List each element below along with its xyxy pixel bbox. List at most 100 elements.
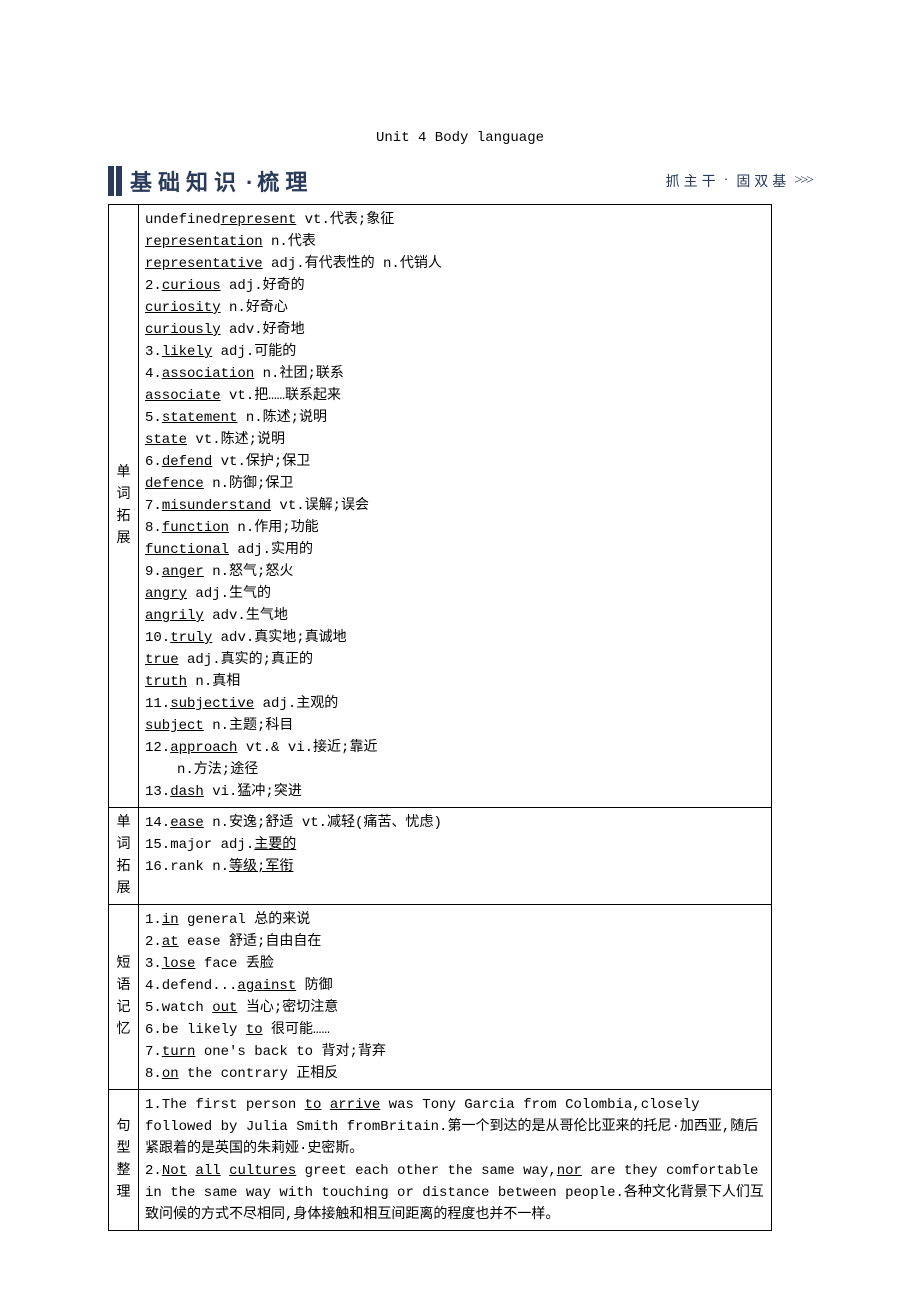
underlined-term: curious (162, 278, 221, 294)
underlined-term: nor (557, 1163, 582, 1179)
underlined-term: subjective (170, 696, 254, 712)
entry-line: 11.subjective adj.主观的 (145, 693, 765, 715)
entry-line: associate vt.把……联系起来 (145, 385, 765, 407)
entry-line: 7.turn one's back to 背对;背弃 (145, 1041, 765, 1063)
entry-line: representative adj.有代表性的 n.代销人 (145, 253, 765, 275)
underlined-term: associate (145, 388, 221, 404)
entry-line: 1.in general 总的来说 (145, 909, 765, 931)
underlined-term: representative (145, 256, 263, 272)
entry-line: 2.Not all cultures greet each other the … (145, 1160, 765, 1226)
entry-line: state vt.陈述;说明 (145, 429, 765, 451)
header-bar-icon (108, 166, 114, 196)
dot-icon: · (724, 173, 733, 189)
entry-line: 7.misunderstand vt.误解;误会 (145, 495, 765, 517)
underlined-term: all (195, 1163, 220, 1179)
underlined-term: curiosity (145, 300, 221, 316)
entry-line: 2.curious adj.好奇的 (145, 275, 765, 297)
underlined-term: functional (145, 542, 229, 558)
entry-line: 5.watch out 当心;密切注意 (145, 997, 765, 1019)
underlined-term: ease (170, 815, 204, 831)
underlined-term: dash (170, 784, 204, 800)
row-label: 单词拓展 (109, 205, 139, 808)
unit-title: Unit 4 Body language (108, 130, 812, 146)
underlined-term: to (305, 1097, 322, 1113)
entry-line: 13.dash vi.猛冲;突进 (145, 781, 765, 803)
entry-line: 16.rank n.等级;军衔 (145, 856, 765, 878)
underlined-term: likely (162, 344, 212, 360)
underlined-term: defence (145, 476, 204, 492)
section-header-right: 抓主干 · 固双基 >>> (666, 171, 812, 191)
underlined-term: anger (162, 564, 204, 580)
entry-line: 14.ease n.安逸;舒适 vt.减轻(痛苦、忧虑) (145, 812, 765, 834)
header-right-a: 抓主干 (666, 171, 720, 191)
row-content: 14.ease n.安逸;舒适 vt.减轻(痛苦、忧虑)15.major adj… (139, 808, 772, 905)
entry-line: angry adj.生气的 (145, 583, 765, 605)
underlined-term: arrive (330, 1097, 380, 1113)
entry-line: curiously adv.好奇地 (145, 319, 765, 341)
row-label: 短语记忆 (109, 905, 139, 1090)
entry-line: 4.defend...against 防御 (145, 975, 765, 997)
entry-line: true adj.真实的;真正的 (145, 649, 765, 671)
entry-line: 8.on the contrary 正相反 (145, 1063, 765, 1085)
entry-line: curiosity n.好奇心 (145, 297, 765, 319)
underlined-term: truth (145, 674, 187, 690)
table-row: 单词拓展14.ease n.安逸;舒适 vt.减轻(痛苦、忧虑)15.major… (109, 808, 772, 905)
entry-line: 15.major adj.主要的 (145, 834, 765, 856)
underlined-term: angrily (145, 608, 204, 624)
underlined-term: cultures (229, 1163, 296, 1179)
underlined-term: truly (170, 630, 212, 646)
header-left-a: 基础知识·梳理 (130, 165, 313, 197)
row-content: 1.The first person to arrive was Tony Ga… (139, 1090, 772, 1231)
table-row: 短语记忆 1.in general 总的来说2.at ease 舒适;自由自在3.… (109, 905, 772, 1090)
underlined-term: statement (162, 410, 238, 426)
entry-line: 4.association n.社团;联系 (145, 363, 765, 385)
table-row: 单词拓展undefinedrepresent vt.代表;象征represent… (109, 205, 772, 808)
entry-line: 8.function n.作用;功能 (145, 517, 765, 539)
content-table: 单词拓展undefinedrepresent vt.代表;象征represent… (108, 204, 772, 1231)
entry-line: 1.The first person to arrive was Tony Ga… (145, 1094, 765, 1160)
entry-line: angrily adv.生气地 (145, 605, 765, 627)
section-header-left: 基础知识·梳理 (108, 166, 313, 196)
underlined-term: at (162, 934, 179, 950)
underlined-term: state (145, 432, 187, 448)
entry-line: 6.defend vt.保护;保卫 (145, 451, 765, 473)
underlined-term: in (162, 912, 179, 928)
underlined-term: approach (170, 740, 237, 756)
row-content: undefinedrepresent vt.代表;象征representatio… (139, 205, 772, 808)
underlined-term: represent (221, 212, 297, 228)
underlined-term: Not (162, 1163, 187, 1179)
entry-line: defence n.防御;保卫 (145, 473, 765, 495)
underlined-term: out (212, 1000, 237, 1016)
entry-line: 2.at ease 舒适;自由自在 (145, 931, 765, 953)
underlined-term: association (162, 366, 254, 382)
entry-line: 3.likely adj.可能的 (145, 341, 765, 363)
row-label: 单词拓展 (109, 808, 139, 905)
underlined-term: true (145, 652, 179, 668)
entry-line: representation n.代表 (145, 231, 765, 253)
arrows-icon: >>> (794, 173, 812, 189)
entry-line: n.方法;途径 (145, 759, 765, 781)
entry-line: 3.lose face 丢脸 (145, 953, 765, 975)
underlined-term: function (162, 520, 229, 536)
underlined-term: 等级;军衔 (229, 859, 293, 875)
entry-line: 5.statement n.陈述;说明 (145, 407, 765, 429)
underlined-term: representation (145, 234, 263, 250)
underlined-term: lose (162, 956, 196, 972)
entry-line: 12.approach vt.& vi.接近;靠近 (145, 737, 765, 759)
underlined-term: to (246, 1022, 263, 1038)
underlined-term: turn (162, 1044, 196, 1060)
section-header-row: 基础知识·梳理 抓主干 · 固双基 >>> (108, 166, 812, 196)
underlined-term: defend (162, 454, 212, 470)
entry-line: 6.be likely to 很可能…… (145, 1019, 765, 1041)
underlined-term: on (162, 1066, 179, 1082)
header-right-b: 固双基 (736, 171, 790, 191)
underlined-term: subject (145, 718, 204, 734)
underlined-term: curiously (145, 322, 221, 338)
header-bar-icon (116, 166, 122, 196)
entry-line: subject n.主题;科目 (145, 715, 765, 737)
section-header-title: 基础知识·梳理 (124, 166, 313, 196)
entry-line: 9.anger n.怒气;怒火 (145, 561, 765, 583)
row-label: 句型整理 (109, 1090, 139, 1231)
indented-text: n.方法;途径 (177, 762, 258, 778)
table-row: 句型整理1.The first person to arrive was Ton… (109, 1090, 772, 1231)
